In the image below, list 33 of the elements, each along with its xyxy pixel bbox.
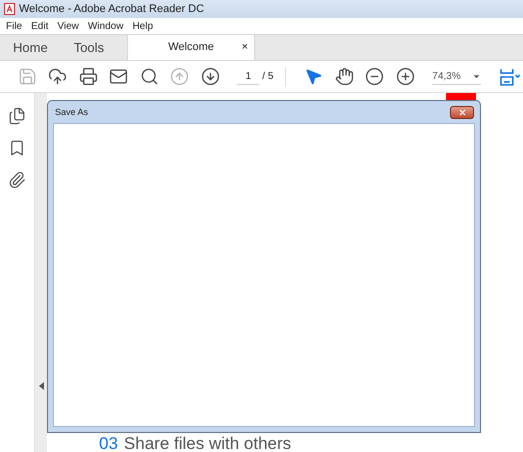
zoom-in-icon[interactable]	[396, 67, 415, 86]
section-number: 03	[99, 435, 118, 452]
menu-item[interactable]: Help	[132, 18, 154, 34]
cloud-upload-icon[interactable]	[48, 67, 68, 86]
dialog-title: Save As	[54, 106, 88, 120]
bookmark-icon[interactable]	[8, 139, 26, 157]
menu-item[interactable]: File	[6, 18, 22, 34]
zoom-dropdown[interactable]: 74,3%	[432, 68, 482, 84]
paperclip-icon[interactable]	[8, 171, 26, 189]
close-button[interactable]	[450, 106, 474, 118]
page-count: / 5	[262, 70, 274, 84]
close-tab-button[interactable]: ×	[242, 39, 248, 56]
tab[interactable]: Tools	[60, 35, 118, 60]
close-icon	[458, 108, 466, 116]
tab[interactable]: Home	[0, 35, 61, 60]
menu-item[interactable]: Window	[88, 18, 124, 34]
window-title: Welcome - Adobe Acrobat Reader DC	[19, 2, 204, 17]
pointer-icon[interactable]	[304, 67, 324, 86]
next-page-icon[interactable]	[200, 67, 220, 86]
zoom-out-icon[interactable]	[365, 67, 384, 86]
menu-item[interactable]: View	[57, 18, 79, 34]
app-icon	[4, 3, 15, 15]
tab[interactable]: Welcome ×	[127, 35, 256, 60]
page-number-field[interactable]: 1	[237, 68, 260, 84]
fit-page-icon[interactable]	[499, 66, 523, 86]
menu-item[interactable]: Edit	[31, 18, 48, 34]
search-icon[interactable]	[140, 67, 159, 86]
pages-icon[interactable]	[8, 107, 26, 125]
collapse-arrow-icon[interactable]	[38, 382, 44, 390]
section-heading: Share files with others	[124, 435, 292, 452]
hand-icon[interactable]	[334, 67, 354, 86]
mail-icon[interactable]	[109, 67, 128, 86]
print-icon[interactable]	[78, 67, 98, 86]
